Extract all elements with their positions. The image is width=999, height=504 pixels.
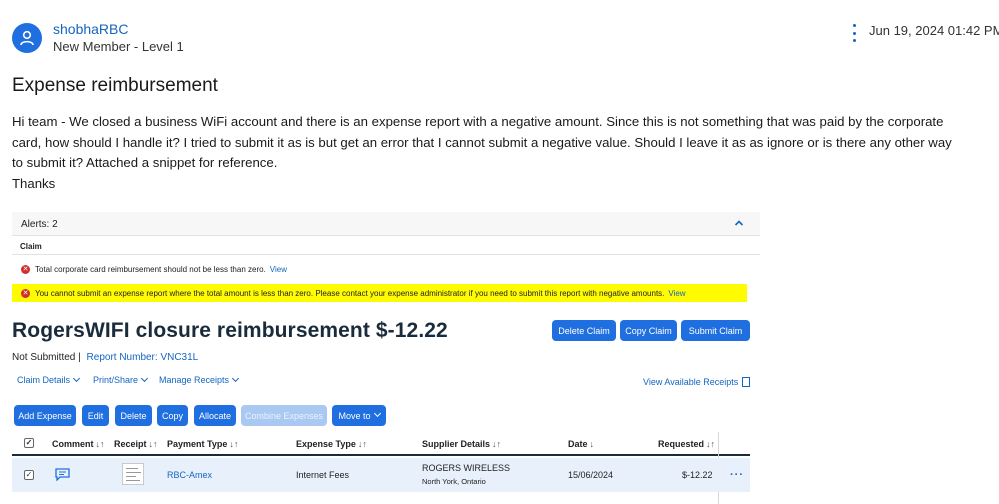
col-expense-type[interactable]: Expense Type ↓↑	[296, 439, 367, 449]
comment-icon[interactable]	[55, 468, 70, 481]
user-icon	[20, 30, 34, 46]
expense-type-cell: Internet Fees	[296, 470, 350, 480]
chevron-down-icon	[140, 374, 149, 383]
col-comment[interactable]: Comment ↓↑	[52, 439, 105, 449]
sort-icon: ↓↑	[95, 439, 105, 449]
receipt-thumbnail[interactable]	[122, 463, 144, 485]
author-rank: New Member - Level 1	[53, 39, 184, 54]
post-date: Jun 19, 2024 01:42 PM	[869, 23, 999, 38]
select-all-checkbox[interactable]: ✓	[24, 438, 34, 448]
delete-button[interactable]: Delete	[115, 405, 152, 426]
supplier-location-cell: North York, Ontario	[422, 477, 486, 486]
alert-item-highlighted: ✕ You cannot submit an expense report wh…	[12, 284, 747, 302]
row-more-icon[interactable]: ···	[730, 469, 744, 481]
sort-icon: ↓↑	[229, 439, 239, 449]
payment-type-cell[interactable]: RBC-Amex	[167, 470, 212, 480]
sort-icon: ↓	[589, 439, 595, 449]
move-to-button[interactable]: Move to	[332, 405, 386, 426]
alerts-header[interactable]: Alerts: 2	[12, 212, 760, 236]
report-title: RogersWIFI closure reimbursement $-12.22	[12, 319, 448, 342]
alerts-section-label: Claim	[20, 242, 42, 251]
chevron-down-icon	[232, 374, 240, 383]
divider	[12, 254, 760, 255]
sort-icon: ↓↑	[706, 439, 716, 449]
copy-button[interactable]: Copy	[157, 405, 188, 426]
error-icon: ✕	[21, 288, 30, 298]
add-expense-button[interactable]: Add Expense	[14, 405, 76, 426]
alerts-title: Alerts: 2	[21, 219, 58, 230]
author-name[interactable]: shobhaRBC	[53, 21, 129, 37]
available-receipts-label: View Available Receipts	[643, 377, 739, 387]
col-requested[interactable]: Requested ↓↑	[658, 439, 715, 449]
author-avatar[interactable]	[12, 23, 42, 53]
more-options-icon[interactable]	[849, 24, 859, 42]
claim-details-menu[interactable]: Claim Details	[17, 374, 81, 385]
attached-snippet: Alerts: 2 Claim ✕ Total corporate card r…	[12, 212, 762, 504]
allocate-button[interactable]: Allocate	[194, 405, 236, 426]
table-row[interactable]: ✓ RBC-Amex Internet Fees ROGERS WIRELESS…	[12, 458, 750, 492]
post-signoff: Thanks	[12, 176, 56, 192]
copy-claim-button[interactable]: Copy Claim	[620, 320, 677, 341]
manage-receipts-menu[interactable]: Manage Receipts	[159, 374, 240, 385]
submit-claim-button[interactable]: Submit Claim	[681, 320, 750, 341]
view-available-receipts-link[interactable]: View Available Receipts	[643, 375, 751, 387]
post-title: Expense reimbursement	[12, 75, 218, 96]
col-payment-type[interactable]: Payment Type ↓↑	[167, 439, 238, 449]
date-cell: 15/06/2024	[568, 470, 614, 480]
delete-claim-button[interactable]: Delete Claim	[552, 320, 616, 341]
sort-icon: ↓↑	[357, 439, 367, 449]
sort-icon: ↓↑	[148, 439, 158, 449]
post-body: Hi team - We closed a business WiFi acco…	[12, 112, 962, 195]
report-number[interactable]: Report Number: VNC31L	[87, 352, 199, 363]
col-date[interactable]: Date ↓	[568, 439, 594, 449]
chevron-up-icon[interactable]	[734, 218, 744, 228]
col-supplier-details[interactable]: Supplier Details ↓↑	[422, 439, 501, 449]
error-icon: ✕	[21, 264, 30, 274]
alert-view-link[interactable]: View	[270, 265, 287, 274]
col-receipt[interactable]: Receipt ↓↑	[114, 439, 158, 449]
move-to-label: Move to	[338, 410, 371, 421]
requested-cell: $-12.22	[682, 470, 713, 480]
edit-button[interactable]: Edit	[82, 405, 109, 426]
combine-expenses-button[interactable]: Combine Expenses	[241, 405, 327, 426]
receipt-icon	[742, 377, 751, 387]
chevron-down-icon	[373, 409, 381, 418]
alert-item: ✕ Total corporate card reimbursement sho…	[12, 260, 747, 278]
alert-text: You cannot submit an expense report wher…	[35, 288, 665, 298]
report-status-line: Not Submitted | Report Number: VNC31L	[12, 352, 198, 363]
supplier-name-cell: ROGERS WIRELESS	[422, 463, 511, 473]
sort-icon: ↓↑	[492, 439, 502, 449]
print-share-menu[interactable]: Print/Share	[93, 374, 149, 385]
expense-table-header: ✓ Comment ↓↑ Receipt ↓↑ Payment Type ↓↑ Exp…	[12, 432, 750, 456]
manage-receipts-label: Manage Receipts	[159, 375, 230, 385]
report-menu-bar: Claim Details Print/Share Manage Receipt…	[12, 374, 760, 389]
chevron-down-icon	[72, 374, 81, 383]
print-share-label: Print/Share	[93, 375, 139, 385]
alert-text: Total corporate card reimbursement shoul…	[35, 264, 266, 274]
alert-view-link[interactable]: View	[668, 289, 685, 298]
report-status: Not Submitted |	[12, 352, 81, 363]
post-body-text: Hi team - We closed a business WiFi acco…	[12, 114, 952, 171]
row-checkbox[interactable]: ✓	[24, 470, 34, 480]
claim-details-label: Claim Details	[17, 375, 71, 385]
